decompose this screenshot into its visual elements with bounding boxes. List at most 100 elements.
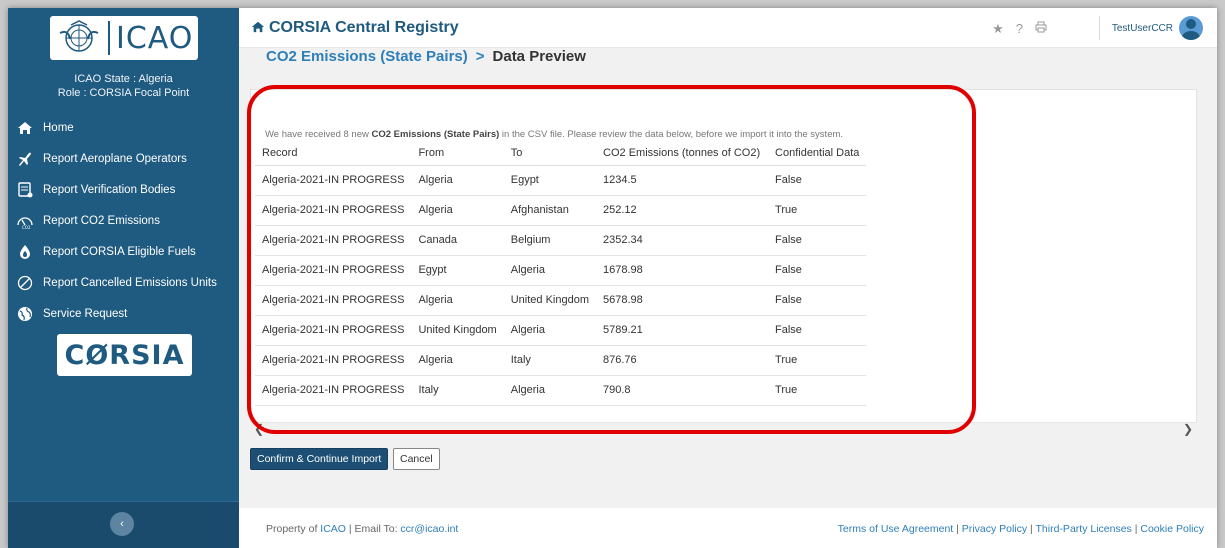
cell-co2: 1234.5 [596, 165, 769, 196]
state-info: ICAO State : Algeria Role : CORSIA Focal… [8, 72, 239, 100]
footer-icao-link[interactable]: ICAO [320, 523, 346, 535]
cell-from: Egypt [411, 255, 504, 286]
cell-co2: 2352.34 [596, 225, 769, 256]
cell-co2: 5678.98 [596, 285, 769, 316]
plane-icon [16, 150, 34, 168]
notice-text: We have received 8 new [265, 129, 372, 140]
cell-to: Algeria [503, 255, 597, 286]
cell-from: United Kingdom [411, 315, 504, 346]
cell-record: Algeria-2021-IN PROGRESS [255, 165, 412, 196]
sidebar-item-aeroplane-operators[interactable]: Report Aeroplane Operators [8, 143, 239, 174]
table-row: Algeria-2021-IN PROGRESS Algeria United Ki… [255, 285, 867, 316]
table-header-row: Record From To CO2 Emissions (tonnes of … [255, 141, 867, 166]
privacy-link[interactable]: Privacy Policy [962, 523, 1027, 535]
footer-text: | Email To: [345, 523, 401, 535]
breadcrumb: CO2 Emissions (State Pairs) > Data Previ… [266, 48, 586, 65]
breadcrumb-separator: > [475, 48, 485, 65]
sidebar-item-label: Report Cancelled Emissions Units [43, 276, 217, 289]
cell-from: Algeria [411, 165, 504, 196]
cell-confidential: True [768, 375, 867, 406]
sidebar-item-cancelled-units[interactable]: Report Cancelled Emissions Units [8, 267, 239, 298]
cell-co2: 876.76 [596, 345, 769, 376]
cell-record: Algeria-2021-IN PROGRESS [255, 285, 412, 316]
cell-co2: 5789.21 [596, 315, 769, 346]
role-line: Role : CORSIA Focal Point [57, 87, 190, 99]
cancel-circle-icon [16, 274, 34, 292]
footer-links: Terms of Use Agreement | Privacy Policy … [837, 523, 1204, 535]
column-header-to[interactable]: To [503, 141, 597, 166]
sidebar-menu: Home Report Aeroplane Operators Report V… [8, 112, 239, 329]
cell-co2: 1678.98 [596, 255, 769, 286]
cell-confidential: False [768, 315, 867, 346]
cell-confidential: False [768, 285, 867, 316]
column-header-record[interactable]: Record [255, 141, 412, 166]
sidebar-item-label: Report Aeroplane Operators [43, 152, 187, 165]
home-icon [16, 119, 34, 137]
help-icon[interactable]: ? [1016, 21, 1023, 37]
import-notice: We have received 8 new CO2 Emissions (St… [265, 129, 843, 140]
star-icon[interactable]: ★ [992, 21, 1004, 37]
cell-co2: 790.8 [596, 375, 769, 406]
sidebar-footer: ‹ [8, 501, 239, 548]
sidebar: ICAO ICAO State : Algeria Role : CORSIA … [8, 8, 239, 548]
horizontal-scrollbar[interactable]: ❮ ❯ [250, 422, 1197, 436]
sidebar-item-label: Report CO2 Emissions [43, 214, 160, 227]
terms-link[interactable]: Terms of Use Agreement [838, 523, 954, 535]
top-divider [1099, 16, 1100, 40]
scroll-left-icon[interactable]: ❮ [254, 422, 264, 436]
column-header-from[interactable]: From [411, 141, 504, 166]
cancel-button[interactable]: Cancel [393, 448, 440, 470]
fuel-drop-icon [16, 243, 34, 261]
cell-from: Algeria [411, 285, 504, 316]
table-row: Algeria-2021-IN PROGRESS Algeria Afghanist… [255, 195, 867, 226]
footer-email-link[interactable]: ccr@icao.int [400, 523, 458, 535]
table-row: Algeria-2021-IN PROGRESS United Kingdom Al… [255, 315, 867, 346]
cell-confidential: True [768, 345, 867, 376]
table-row: Algeria-2021-IN PROGRESS Algeria Egypt 1234… [255, 165, 867, 196]
cookie-link[interactable]: Cookie Policy [1140, 523, 1204, 535]
table-row: Algeria-2021-IN PROGRESS Italy Algeria 790.… [255, 375, 867, 406]
footer: Property of ICAO | Email To: ccr@icao.in… [239, 508, 1217, 548]
icao-logo-text: ICAO [116, 20, 194, 56]
cell-confidential: False [768, 225, 867, 256]
cell-to: United Kingdom [503, 285, 597, 316]
cell-to: Algeria [503, 315, 597, 346]
sidebar-item-verification-bodies[interactable]: Report Verification Bodies [8, 174, 239, 205]
logo-divider [108, 21, 110, 55]
cell-to: Egypt [503, 165, 597, 196]
sidebar-item-home[interactable]: Home [8, 112, 239, 143]
chevron-left-icon: ‹ [120, 518, 124, 530]
table-row: Algeria-2021-IN PROGRESS Algeria Italy 876.… [255, 345, 867, 376]
preview-table: Record From To CO2 Emissions (tonnes of … [255, 141, 867, 406]
sidebar-item-co2-emissions[interactable]: CO2 Report CO2 Emissions [8, 205, 239, 236]
home-icon [251, 20, 265, 36]
cell-to: Afghanistan [503, 195, 597, 226]
avatar [1179, 16, 1203, 40]
globe-icon [16, 305, 34, 323]
column-header-confidential[interactable]: Confidential Data [768, 141, 867, 166]
username: TestUserCCR [1111, 22, 1173, 34]
document-icon [16, 181, 34, 199]
column-header-co2[interactable]: CO2 Emissions (tonnes of CO2) [596, 141, 769, 166]
top-icons: ★ ? [992, 21, 1047, 37]
print-icon[interactable] [1035, 21, 1047, 37]
icao-logo[interactable]: ICAO [50, 16, 198, 60]
cell-co2: 252.12 [596, 195, 769, 226]
table-row: Algeria-2021-IN PROGRESS Egypt Algeria 1678… [255, 255, 867, 286]
user-menu[interactable]: TestUserCCR [1112, 16, 1203, 40]
cell-to: Belgium [503, 225, 597, 256]
state-line: ICAO State : Algeria [74, 73, 173, 85]
confirm-import-button[interactable]: Confirm & Continue Import [250, 448, 389, 470]
sidebar-item-service-request[interactable]: Service Request [8, 298, 239, 329]
cell-record: Algeria-2021-IN PROGRESS [255, 375, 412, 406]
app-title[interactable]: CORSIA Central Registry [251, 19, 459, 37]
breadcrumb-parent[interactable]: CO2 Emissions (State Pairs) [266, 48, 468, 65]
scroll-right-icon[interactable]: ❯ [1183, 422, 1193, 436]
sidebar-item-label: Home [43, 121, 74, 134]
table-body: Algeria-2021-IN PROGRESS Algeria Egypt 1234… [255, 165, 867, 406]
sidebar-item-eligible-fuels[interactable]: Report CORSIA Eligible Fuels [8, 236, 239, 267]
cell-from: Algeria [411, 195, 504, 226]
notice-text: in the CSV file. Please review the data … [499, 129, 844, 140]
collapse-sidebar-button[interactable]: ‹ [110, 512, 134, 536]
third-party-link[interactable]: Third-Party Licenses [1036, 523, 1132, 535]
